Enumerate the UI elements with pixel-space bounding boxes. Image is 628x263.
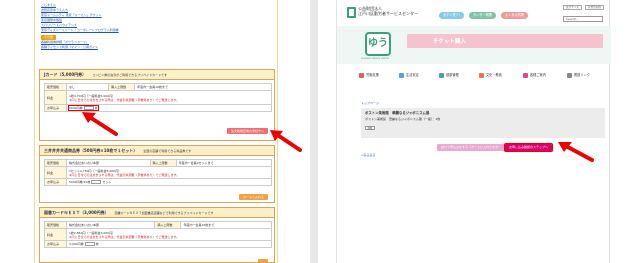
- nav-icon: [567, 72, 572, 78]
- header-pill-faq[interactable]: よくある質問: [501, 12, 529, 19]
- hero-banner: ゆう WORKERS SERVICE CENTER チケット購入: [337, 26, 611, 64]
- link-list: ごしまえん 志賀高原ゆうえんち 東京ドームシティ 東京「ルーミン」チケット 東京…: [41, 3, 241, 50]
- product-table: 販売価格 株式会社あいおい本部 購入上限数 年度内一会員10枚まで 料金 1枚2,850…: [44, 221, 272, 248]
- link-item[interactable]: 東京ディズニーリゾート・コーポレートプログラム利用券: [41, 28, 241, 33]
- section-title: 図書カードＮＥＸＴ（3,000円券） 図書カードＮＥＸＴ加盟書店店舗などで利用でき…: [40, 208, 274, 218]
- section-title: Jカード（5,000円券） コンビニ券の決済がご利用できるプリペイドカードです: [40, 70, 274, 80]
- search-input[interactable]: Search...: [563, 16, 603, 22]
- logo-subtitle: WORKERS SERVICE CENTER: [361, 58, 389, 60]
- delete-button[interactable]: 削除: [365, 126, 375, 130]
- nav-icon: [399, 72, 404, 78]
- org-logo-icon: [347, 7, 356, 18]
- page-title: チケット購入: [433, 39, 467, 45]
- product-section-bookcard: 図書カードＮＥＸＴ（3,000円券） 図書カードＮＥＸＴ加盟書店店舗などで利用でき…: [39, 207, 275, 263]
- nav-item-links[interactable]: 関連リンク: [567, 70, 590, 80]
- product-table: 販売価格 なし 購入上限数 年度内一会員10枚まで 料金 1枚4,700円（一般料金5,…: [44, 83, 272, 112]
- nav-item-culture[interactable]: 文化・教養: [479, 70, 502, 80]
- org-name: 公益財団法人 江戸川区勤労者サービスセンター: [358, 6, 418, 16]
- quantity-field[interactable]: [91, 180, 102, 184]
- right-content: 公益財団法人 江戸川区勤労者サービスセンター 今すぐ見て! カンター概要 よくあ…: [336, 0, 611, 263]
- right-screenshot: 公益財団法人 江戸川区勤労者サービスセンター 今すぐ見て! カンター概要 よくあ…: [318, 0, 628, 263]
- nav-icon: [479, 72, 484, 78]
- product-section-giftcard: 三井井井共通商品券（500円券×10枚で１セット） 全国の店舗で利用できる商品券で…: [39, 145, 275, 203]
- main-nav: 労働支援 生活安定 健康管理 文化・教養 各種ご案内 関連リンク: [359, 70, 609, 80]
- ticket-row: ボストン美術館 華麗なるジャポニスム展（一般）：1枚: [365, 117, 441, 121]
- nav-item-labor[interactable]: 労働支援: [359, 70, 379, 80]
- quantity-field[interactable]: [84, 242, 95, 246]
- left-content: ごしまえん 志賀高原ゆうえんち 東京ドームシティ 東京「ルーミン」チケット 東京…: [34, 0, 278, 263]
- left-screenshot: ごしまえん 志賀高原ゆうえんち 東京ドームシティ 東京「ルーミン」チケット 東京…: [0, 0, 310, 263]
- red-arrow-icon: [82, 112, 118, 136]
- ticket-title: ボストン美術館 華麗なるジャポニスム展: [365, 111, 430, 115]
- product-section-jcard: Jカード（5,000円券） コンビニ券の決済がご利用できるプリペイドカードです 販…: [39, 69, 275, 141]
- font-size-control[interactable]: 文字サイズ: [563, 5, 582, 10]
- back-link[interactable]: <戻る戻る: [361, 153, 376, 157]
- add-to-cart-button[interactable]: [258, 259, 268, 263]
- link-item[interactable]: 各種ライセンス利用（マイン・公報ガイド: [41, 45, 241, 50]
- proceed-to-confirm-button[interactable]: お申し込み確認のステップへ: [503, 143, 554, 152]
- nav-item-life[interactable]: 生活安定: [399, 70, 419, 80]
- section-title: 三井井井共通商品券（500円券×10枚で１セット） 全国の店舗で利用できる商品券で…: [40, 146, 274, 156]
- breadcrumb[interactable]: トップページ: [361, 101, 379, 105]
- yuu-logo: ゆう: [365, 32, 391, 56]
- nav-icon: [359, 72, 364, 78]
- red-arrow-icon: [270, 130, 302, 152]
- nav-icon: [523, 72, 528, 78]
- product-table: 販売価格 株式会社あいおい本部 購入上限数 年度内一会員2セットまで 料金 1セット4,…: [44, 159, 273, 186]
- proceed-button[interactable]: 注文数確定後の手続きへ: [226, 128, 268, 134]
- header-pill-about[interactable]: カンター概要: [469, 12, 497, 19]
- add-to-cart-button[interactable]: カートへ入れる: [238, 194, 268, 200]
- header-pill-now[interactable]: 今すぐ見て!: [439, 12, 465, 19]
- nav-item-health[interactable]: 健康管理: [439, 70, 459, 80]
- red-arrow-icon: [558, 142, 594, 162]
- nav-item-guide[interactable]: 各種ご案内: [523, 70, 546, 80]
- cart-item: ボストン美術館 華麗なるジャポニスム展 ボストン美術館 華麗なるジャポニスム展（…: [361, 108, 605, 138]
- continue-shopping-button[interactable]: 続けて申込みをする（カートに入れたまま）: [437, 144, 505, 151]
- bg-color-control[interactable]: 背景色切替: [585, 5, 604, 10]
- nav-icon: [439, 72, 444, 78]
